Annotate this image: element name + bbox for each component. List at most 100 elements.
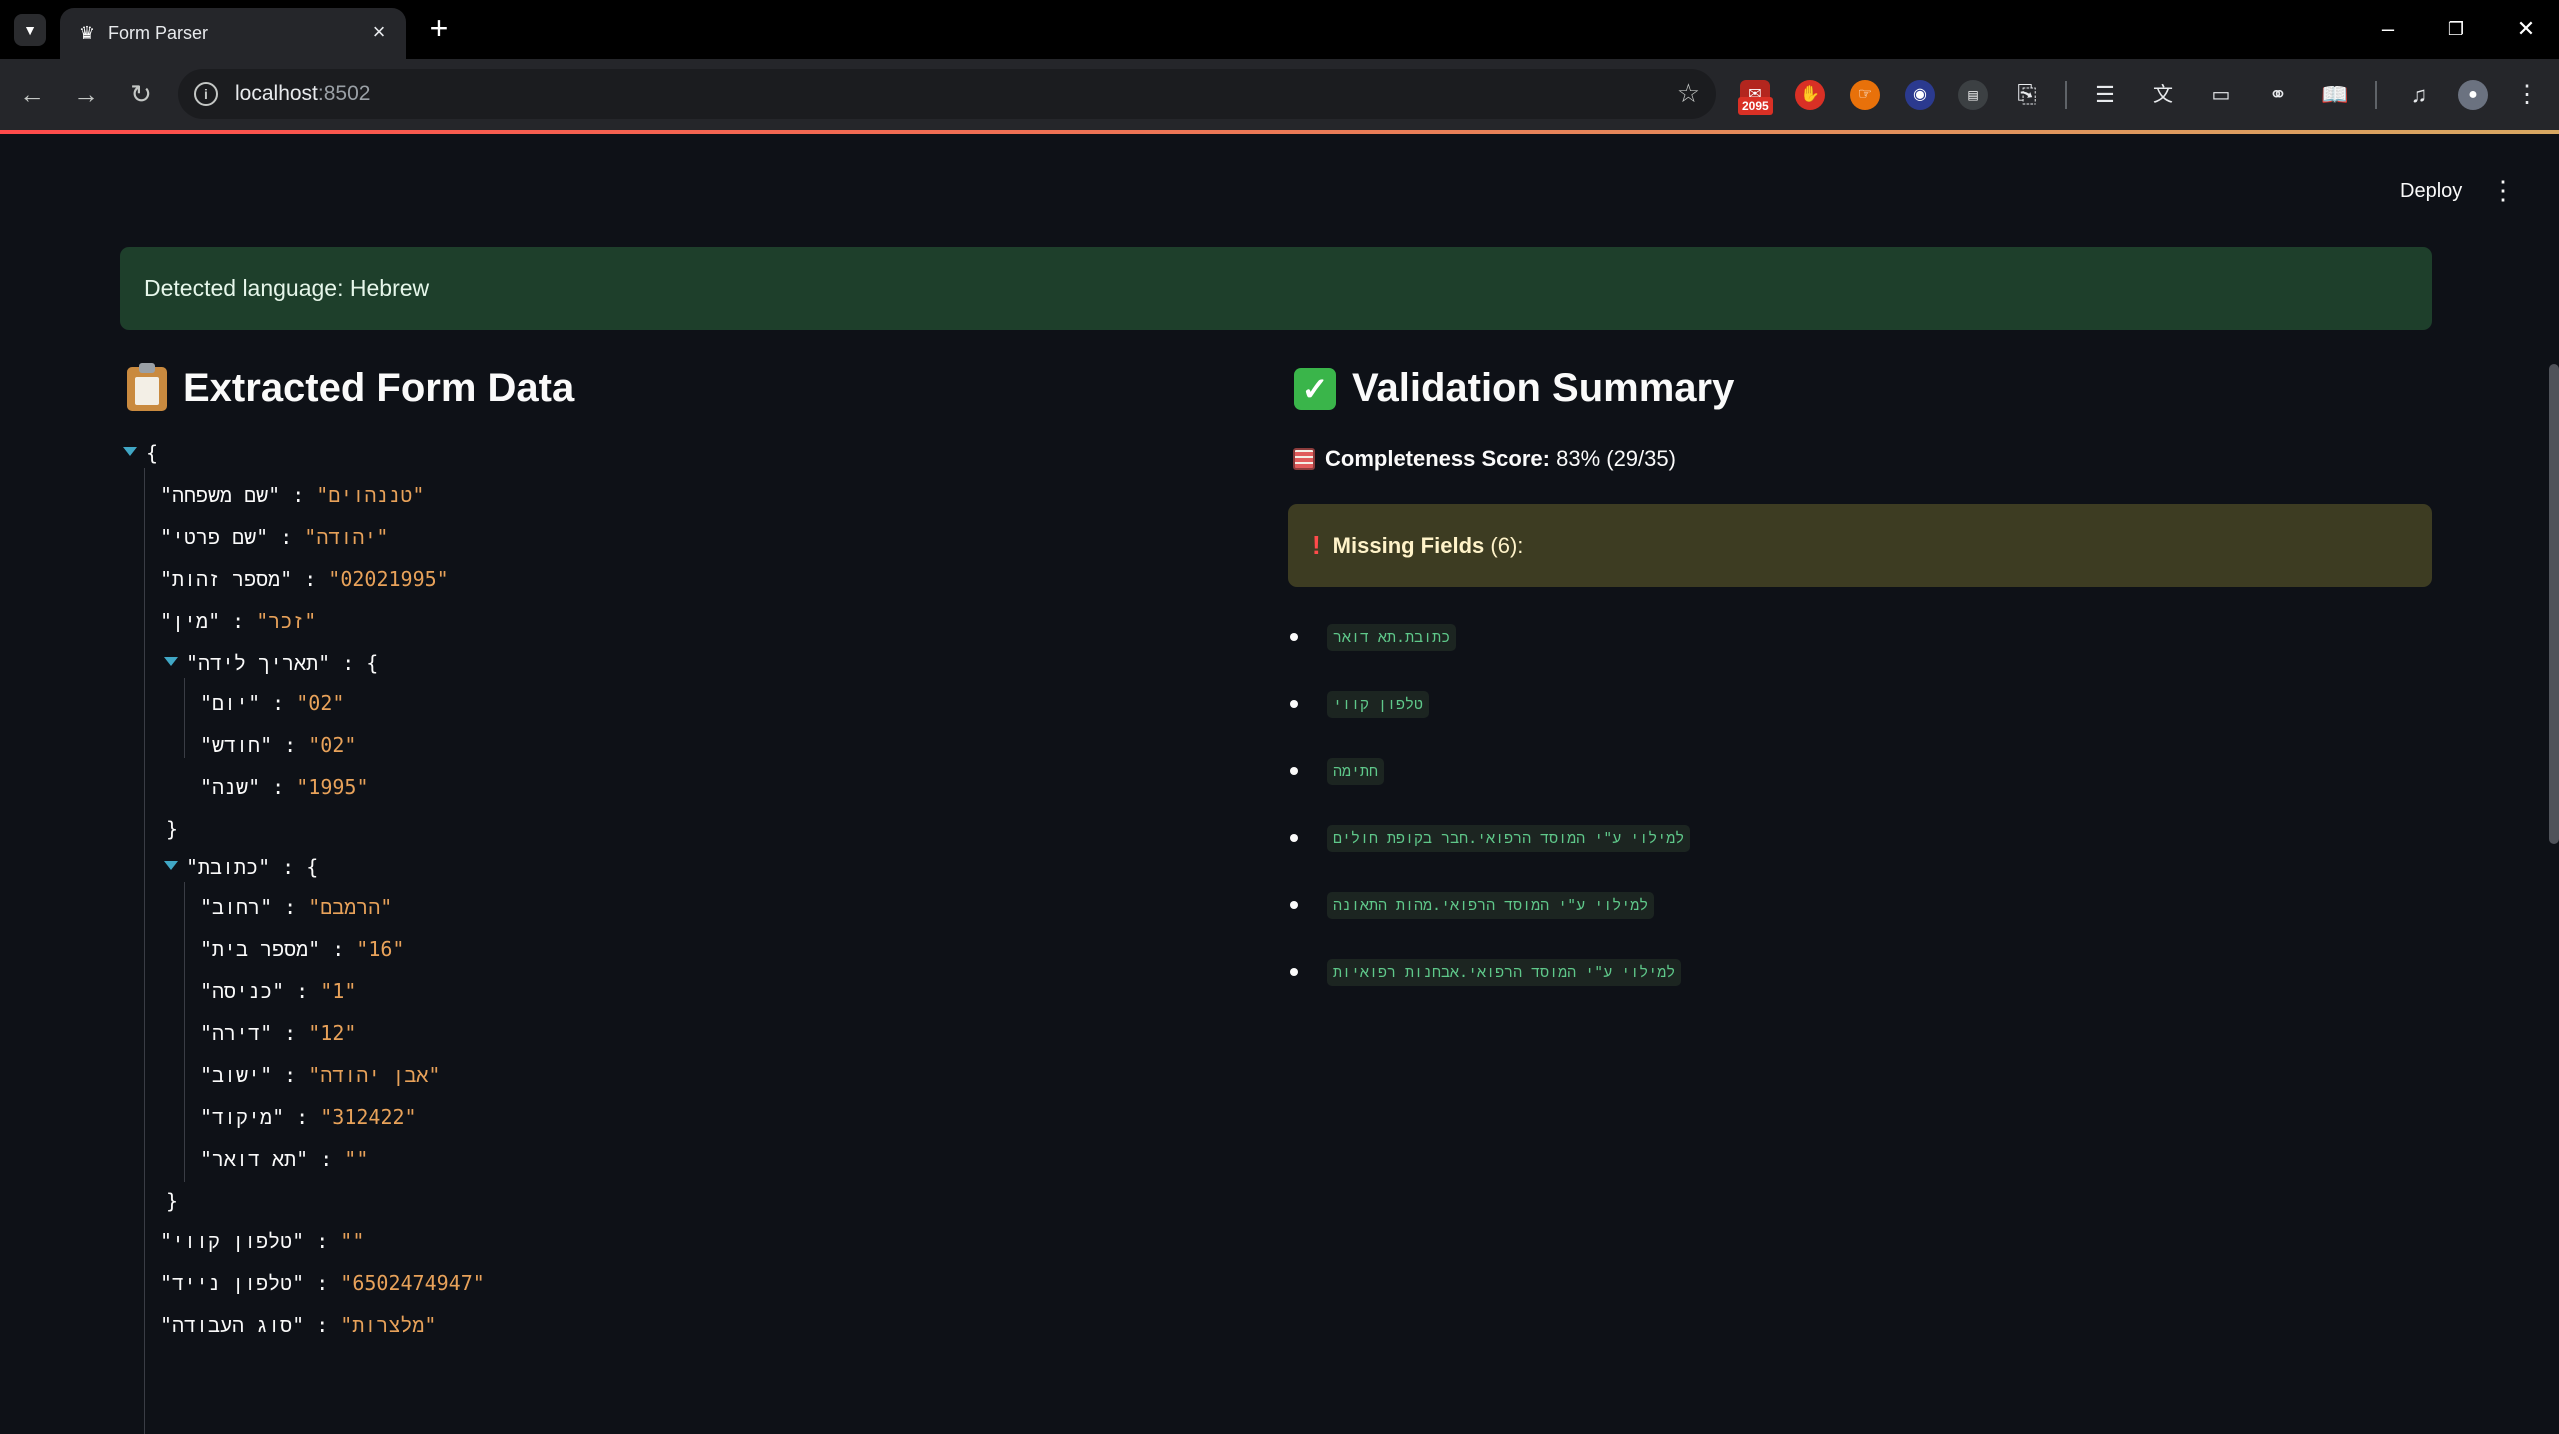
missing-fields-label: Missing Fields [1332, 532, 1485, 558]
missing-field-item: טלפון קווי [1290, 687, 1430, 721]
json-row-street: "רחוב" : "הרמבם" [200, 895, 393, 919]
json-row-house-number: "מספר בית" : "16" [200, 937, 405, 961]
back-icon[interactable]: ← [13, 75, 51, 113]
missing-fields-count: (6): [1490, 532, 1524, 558]
json-row-mobile: "טלפון נייד" : "6502474947" [160, 1271, 485, 1295]
bullet [1290, 968, 1298, 976]
new-tab-button[interactable]: + [424, 12, 454, 44]
extension-badge: 2095 [1738, 97, 1773, 115]
address-bar[interactable]: i localhost:8502 ☆ [178, 69, 1716, 119]
bullet [1290, 901, 1298, 909]
json-row-city: "ישוב" : "אבן יהודה" [200, 1063, 441, 1087]
missing-field-code: למילוי ע"י המוסד הרפואי.מהות התאונה [1327, 891, 1655, 919]
json-row-po-box: "תא דואר" : "" [200, 1147, 369, 1171]
validation-summary-header: ✓ Validation Summary [1294, 366, 1734, 411]
bullet [1290, 834, 1298, 842]
json-row-first-name: "שם פרטי" : "יהודה" [160, 525, 389, 549]
json-row-zip: "מיקוד" : "312422" [200, 1105, 417, 1129]
json-row-entrance: "כניסה" : "1" [200, 979, 357, 1003]
json-row-work-type: "סוג העבודה" : "מלצרות" [160, 1313, 437, 1337]
hand-extension-icon[interactable]: ☞ [1850, 80, 1880, 110]
json-indent-guide [184, 678, 185, 758]
tab-title: Form Parser [108, 23, 209, 43]
cast-icon[interactable]: ▭ [2206, 80, 2236, 110]
app-header-decoration [0, 130, 2559, 134]
extracted-form-title: Extracted Form Data [183, 366, 575, 410]
translate-icon[interactable]: 文 [2148, 80, 2178, 110]
missing-field-code: למילוי ע"י המוסד הרפואי.חבר בקופת חולים [1327, 824, 1691, 852]
completeness-score: Completeness Score: 83% (29/35) [1293, 446, 1676, 472]
language-alert: Detected language: Hebrew [120, 247, 2432, 330]
missing-field-item: למילוי ע"י המוסד הרפואי.אבחנות רפואיות [1290, 955, 1682, 989]
json-open-brace: { [146, 441, 159, 465]
json-row-month: "חודש" : "02" [200, 733, 357, 757]
missing-field-code: טלפון קווי [1327, 690, 1430, 718]
json-row-id-number: "מספר זהות" : "02021995" [160, 567, 449, 591]
browser-tab-bar: ▼ ♛ Form Parser × + – ❐ ✕ [0, 0, 2559, 59]
missing-field-item: למילוי ע"י המוסד הרפואי.חבר בקופת חולים [1290, 821, 1691, 855]
toolbar-divider [2375, 81, 2377, 109]
completeness-score-value: 83% (29/35) [1556, 446, 1676, 471]
json-row-birth-date: "תאריך לידה" : { [186, 651, 379, 675]
check-mark-icon: ✓ [1294, 367, 1336, 410]
link-icon[interactable]: ⚭ [2263, 80, 2293, 110]
abacus-icon [1293, 448, 1315, 470]
media-controls-icon[interactable]: ♫ [2404, 80, 2434, 110]
bullet [1290, 767, 1298, 775]
chevron-down-icon: ▼ [23, 22, 37, 38]
forward-icon[interactable]: → [67, 75, 105, 113]
collapse-root-caret[interactable] [123, 447, 137, 456]
browser-menu-icon[interactable]: ⋮ [2512, 80, 2542, 110]
url-text: localhost:8502 [235, 82, 371, 105]
collapse-birth-date-caret[interactable] [164, 657, 178, 666]
exclamation-icon: ! [1312, 530, 1321, 560]
bullet [1290, 633, 1298, 641]
stop-hand-extension-icon[interactable]: ✋ [1795, 80, 1825, 110]
deploy-button[interactable]: Deploy [2386, 170, 2476, 212]
browser-tab[interactable]: ♛ Form Parser × [60, 8, 406, 59]
tab-search-button[interactable]: ▼ [14, 14, 46, 46]
app-menu-icon[interactable]: ⋮ [2488, 170, 2518, 210]
close-icon[interactable]: × [366, 19, 392, 45]
missing-fields-alert: ! Missing Fields (6): [1288, 504, 2432, 587]
minimize-icon[interactable]: – [2368, 14, 2408, 44]
page-scrollbar[interactable] [2549, 364, 2559, 844]
json-indent-guide [184, 882, 185, 1182]
json-close-brace: } [166, 817, 179, 841]
profile-avatar[interactable]: ● [2458, 80, 2488, 110]
streamlit-favicon-icon: ♛ [78, 23, 96, 43]
extracted-form-header: Extracted Form Data [127, 362, 575, 411]
json-indent-guide [144, 468, 145, 1434]
reload-icon[interactable]: ↻ [122, 75, 160, 113]
site-info-icon[interactable]: i [194, 82, 218, 106]
json-close-brace: } [166, 1189, 179, 1213]
completeness-score-label: Completeness Score: [1325, 446, 1550, 471]
missing-field-item: למילוי ע"י המוסד הרפואי.מהות התאונה [1290, 888, 1655, 922]
reader-mode-icon[interactable]: 📖 [2320, 80, 2350, 110]
missing-field-item: כתובת.תא דואר [1290, 620, 1457, 654]
json-row-day: "יום" : "02" [200, 691, 345, 715]
validation-summary-title: Validation Summary [1352, 366, 1735, 410]
missing-field-code: כתובת.תא דואר [1327, 623, 1457, 651]
language-alert-text: Detected language: Hebrew [144, 275, 430, 301]
bullet [1290, 700, 1298, 708]
json-row-year: "שנה" : "1995" [200, 775, 369, 799]
puzzle-extensions-icon[interactable]: ⎘ [2012, 80, 2042, 110]
reading-list-icon[interactable]: ☰ [2090, 80, 2120, 110]
json-row-address: "כתובת" : { [186, 855, 319, 879]
window-close-icon[interactable]: ✕ [2506, 14, 2546, 44]
missing-field-item: חתימה [1290, 754, 1385, 788]
toolbar-divider [2065, 81, 2067, 109]
globe-extension-icon[interactable]: ◉ [1905, 80, 1935, 110]
json-row-gender: "מין" : "זכר" [160, 609, 317, 633]
missing-field-code: חתימה [1327, 757, 1385, 785]
json-row-last-name: "שם משפחה" : "טננהוים" [160, 483, 425, 507]
page-extension-icon[interactable]: ▤ [1958, 80, 1988, 110]
collapse-address-caret[interactable] [164, 861, 178, 870]
bookmark-star-icon[interactable]: ☆ [1677, 78, 1700, 108]
json-row-landline: "טלפון קווי" : "" [160, 1229, 365, 1253]
json-row-apartment: "דירה" : "12" [200, 1021, 357, 1045]
missing-field-code: למילוי ע"י המוסד הרפואי.אבחנות רפואיות [1327, 958, 1682, 986]
restore-icon[interactable]: ❐ [2436, 14, 2476, 44]
clipboard-icon [127, 362, 167, 411]
